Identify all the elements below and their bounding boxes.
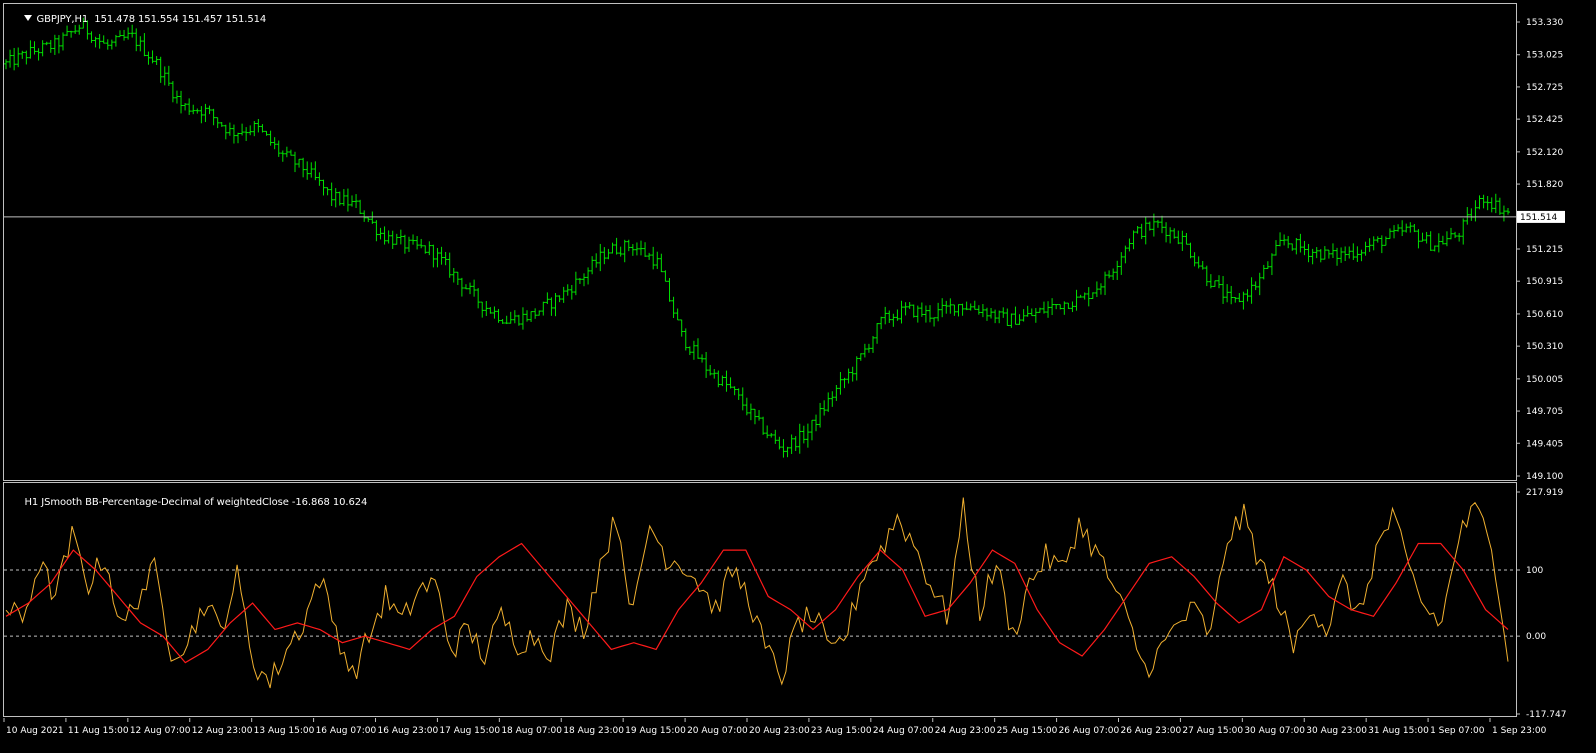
time-tick-label: 12 Aug 07:00 bbox=[130, 726, 191, 736]
price-tick-label: 150.610 bbox=[1526, 310, 1563, 320]
time-axis: 10 Aug 2021 11 Aug 15:00 12 Aug 07:00 12 Au… bbox=[3, 718, 1547, 736]
price-bars bbox=[4, 17, 1510, 458]
indicator-fast-line bbox=[5, 497, 1509, 689]
time-tick-label: 23 Aug 15:00 bbox=[811, 726, 872, 736]
price-tick-label: 152.120 bbox=[1526, 148, 1563, 158]
price-tick-label: 150.310 bbox=[1526, 342, 1563, 352]
time-tick-label: 30 Aug 23:00 bbox=[1306, 726, 1367, 736]
time-tick-label: 31 Aug 15:00 bbox=[1368, 726, 1429, 736]
time-tick-label: 13 Aug 15:00 bbox=[254, 726, 315, 736]
price-tick-label: 149.405 bbox=[1526, 439, 1563, 449]
main-chart-header: GBPJPY,H1 151.478 151.554 151.457 151.51… bbox=[6, 3, 266, 36]
price-tick-label: 152.725 bbox=[1526, 83, 1563, 93]
indicator-scale-label: -117.747 bbox=[1526, 710, 1566, 718]
time-tick-label: 12 Aug 23:00 bbox=[192, 726, 253, 736]
time-tick-label: 18 Aug 23:00 bbox=[563, 726, 624, 736]
indicator-pane[interactable]: H1 JSmooth BB-Percentage-Decimal of weig… bbox=[0, 482, 1596, 718]
time-tick-label: 10 Aug 2021 bbox=[6, 726, 64, 736]
time-tick-label: 24 Aug 23:00 bbox=[935, 726, 996, 736]
main-chart-canvas[interactable]: 153.330 153.025 152.725 152.425 152.120 151.8… bbox=[0, 0, 1596, 482]
indicator-header-text: H1 JSmooth BB-Percentage-Decimal of weig… bbox=[24, 497, 368, 508]
time-tick-label: 26 Aug 23:00 bbox=[1121, 726, 1182, 736]
main-chart-frame bbox=[3, 3, 1517, 481]
price-tick-label: 152.425 bbox=[1526, 115, 1563, 125]
time-tick-label: 18 Aug 07:00 bbox=[501, 726, 562, 736]
time-tick-label: 1 Sep 23:00 bbox=[1492, 726, 1547, 736]
time-tick-label: 11 Aug 15:00 bbox=[68, 726, 129, 736]
time-tick-label: 20 Aug 23:00 bbox=[749, 726, 810, 736]
indicator-scale-label: 0.00 bbox=[1526, 632, 1546, 642]
time-tick-label: 24 Aug 07:00 bbox=[873, 726, 934, 736]
time-tick-label: 17 Aug 15:00 bbox=[439, 726, 500, 736]
price-tick-label: 153.330 bbox=[1526, 18, 1563, 28]
price-tick-label: 149.100 bbox=[1526, 472, 1563, 482]
time-tick-label: 27 Aug 15:00 bbox=[1182, 726, 1243, 736]
current-price-label: 151.514 bbox=[1520, 213, 1557, 223]
time-tick-label: 19 Aug 15:00 bbox=[625, 726, 686, 736]
time-tick-label: 16 Aug 23:00 bbox=[378, 726, 439, 736]
time-tick-label: 30 Aug 07:00 bbox=[1244, 726, 1305, 736]
time-tick-label: 1 Sep 07:00 bbox=[1430, 726, 1485, 736]
indicator-smooth-line bbox=[5, 542, 1509, 664]
chart-menu-triangle-icon[interactable] bbox=[24, 15, 33, 21]
indicator-header: H1 JSmooth BB-Percentage-Decimal of weig… bbox=[6, 486, 367, 519]
price-tick-label: 150.915 bbox=[1526, 277, 1563, 287]
time-tick-label: 20 Aug 07:00 bbox=[687, 726, 748, 736]
price-tick-label: 151.215 bbox=[1526, 245, 1563, 255]
time-tick-label: 26 Aug 07:00 bbox=[1059, 726, 1120, 736]
time-tick-label: 25 Aug 15:00 bbox=[997, 726, 1058, 736]
price-tick-label: 153.025 bbox=[1526, 51, 1563, 61]
price-tick-label: 150.005 bbox=[1526, 375, 1563, 385]
main-chart-pane[interactable]: GBPJPY,H1 151.478 151.554 151.457 151.51… bbox=[0, 0, 1596, 482]
main-chart-header-text: GBPJPY,H1 151.478 151.554 151.457 151.51… bbox=[36, 14, 267, 25]
price-tick-label: 151.820 bbox=[1526, 180, 1563, 190]
indicator-scale-label: 217.919 bbox=[1526, 488, 1563, 498]
price-tick-label: 149.705 bbox=[1526, 407, 1563, 417]
time-tick-label: 16 Aug 07:00 bbox=[316, 726, 377, 736]
indicator-scale-label: 100 bbox=[1526, 566, 1543, 576]
mt4-chart-window: GBPJPY,H1 151.478 151.554 151.457 151.51… bbox=[0, 0, 1596, 753]
